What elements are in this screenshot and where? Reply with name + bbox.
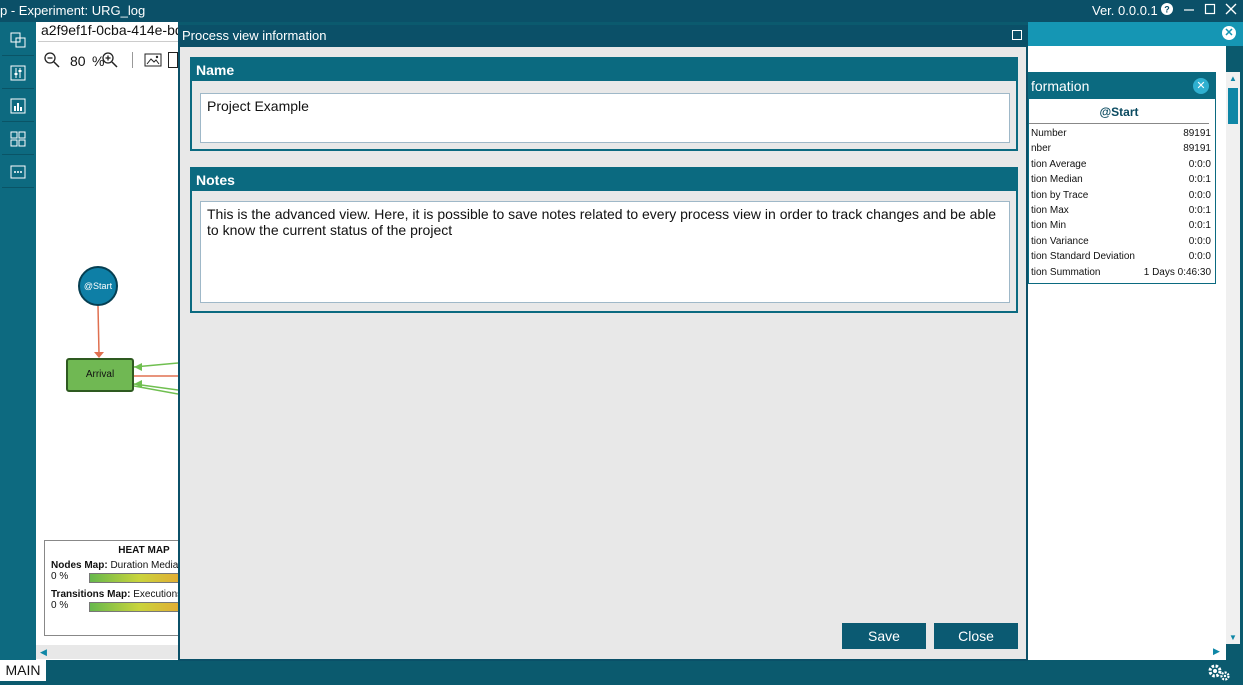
question-icon[interactable]: ? — [1158, 2, 1176, 20]
info-row-label: tion by Trace — [1031, 189, 1089, 201]
horizontal-scrollbar[interactable]: ◀ — [36, 645, 178, 659]
start-node[interactable]: @Start — [78, 266, 118, 306]
close-button[interactable]: Close — [934, 623, 1018, 649]
info-row-value: 0:0:0 — [1188, 235, 1211, 247]
scroll-thumb[interactable] — [1228, 88, 1238, 124]
info-row-label: tion Summation — [1031, 266, 1101, 278]
ellipsis-icon — [10, 165, 26, 179]
version-label: Ver. 0.0.0.1 — [1092, 3, 1158, 18]
info-row-value: 1 Days 0:46:30 — [1143, 266, 1211, 278]
nodes-map-line: Nodes Map: Duration Media — [51, 560, 178, 571]
dialog-title-bar: Process view information — [180, 25, 1026, 47]
dashboard-button[interactable] — [2, 123, 34, 155]
nodes-map-label: Nodes Map: — [51, 560, 108, 571]
close-panel-icon[interactable]: ✕ — [1222, 26, 1236, 40]
info-row-label: tion Variance — [1031, 235, 1089, 247]
info-row-value: 89191 — [1183, 143, 1211, 155]
close-info-icon[interactable]: ✕ — [1193, 78, 1209, 94]
info-row-value: 89191 — [1183, 128, 1211, 139]
info-row: nber 89191 — [1029, 143, 1215, 158]
info-row: tion Standard Deviation 0:0:0 — [1029, 251, 1215, 266]
window-title: p - Experiment: URG_log — [0, 3, 146, 18]
transitions-map-line: Transitions Map: Executions — [51, 589, 178, 600]
svg-text:?: ? — [1164, 5, 1170, 15]
grid-icon — [10, 131, 26, 147]
notes-header: Notes — [192, 169, 1016, 191]
info-row-label: tion Median — [1031, 174, 1083, 186]
info-row: tion Min 0:0:1 — [1029, 220, 1215, 235]
nodes-pct: 0 % — [51, 571, 69, 582]
more-button[interactable] — [2, 156, 34, 188]
nodes-map-value: Duration Media — [110, 560, 178, 571]
info-panel-title: formation — [1031, 78, 1090, 94]
scroll-up-icon[interactable]: ▲ — [1229, 74, 1237, 83]
right-panel-header — [1028, 22, 1243, 46]
save-button[interactable]: Save — [842, 623, 926, 649]
info-row-value: 0:0:1 — [1188, 204, 1211, 216]
minimize-icon[interactable] — [1180, 2, 1198, 20]
info-row-value: 0:0:1 — [1188, 174, 1211, 186]
node-information-panel: formation ✕ @Start Number 89191 nber 89191… — [1028, 72, 1216, 284]
info-row-value: 0:0:0 — [1188, 158, 1211, 170]
heat-map-legend: HEAT MAP Nodes Map: Duration Media 0 % T… — [44, 540, 178, 636]
transitions-pct: 0 % — [51, 600, 69, 611]
maximize-dialog-icon[interactable] — [1012, 30, 1022, 40]
main-tab[interactable]: MAIN — [0, 660, 46, 681]
maximize-icon[interactable] — [1201, 2, 1219, 20]
info-row: Number 89191 — [1029, 128, 1215, 143]
statistics-button[interactable] — [2, 90, 34, 122]
transitions-gradient-bar — [89, 602, 178, 612]
gear-icon[interactable] — [1206, 662, 1232, 685]
info-panel-node-name: @Start — [1029, 99, 1209, 124]
status-bar — [0, 660, 1243, 685]
filters-button[interactable] — [2, 57, 34, 89]
sliders-icon — [10, 65, 26, 81]
nodes-gradient-bar — [89, 573, 178, 583]
info-row: tion Summation 1 Days 0:46:30 — [1029, 267, 1215, 282]
transitions-map-value: Executions — [133, 589, 178, 600]
arrival-node[interactable]: Arrival — [66, 358, 134, 392]
close-icon[interactable] — [1222, 2, 1240, 20]
info-row: tion Median 0:0:1 — [1029, 174, 1215, 189]
info-row-label: tion Min — [1031, 220, 1067, 232]
name-section: Name Project Example — [190, 57, 1018, 151]
scroll-right-icon[interactable]: ▶ — [1213, 646, 1220, 657]
heat-map-title: HEAT MAP — [118, 545, 170, 556]
transitions-map-label: Transitions Map: — [51, 589, 131, 600]
info-row-label: tion Standard Deviation — [1031, 251, 1135, 263]
process-view-information-dialog: Process view information Name Project Ex… — [178, 25, 1028, 661]
info-row-label: nber — [1031, 143, 1052, 155]
info-row: tion by Trace 0:0:0 — [1029, 190, 1215, 205]
info-row: tion Max 0:0:1 — [1029, 205, 1215, 220]
info-row: tion Average 0:0:0 — [1029, 159, 1215, 174]
name-input[interactable]: Project Example — [200, 93, 1010, 143]
info-row-value: 0:0:1 — [1188, 220, 1211, 232]
info-row: tion Variance 0:0:0 — [1029, 236, 1215, 251]
dialog-title: Process view information — [182, 28, 327, 43]
left-toolbar — [0, 22, 36, 660]
name-header: Name — [192, 59, 1016, 81]
info-row-value: 0:0:0 — [1188, 189, 1211, 201]
process-canvas[interactable]: a2f9ef1f-0cba-414e-bd 80 % @Start Arriva… — [36, 22, 178, 660]
title-bar: p - Experiment: URG_log Ver. 0.0.0.1 ? — [0, 0, 1243, 22]
info-row-value: 0:0:0 — [1188, 251, 1211, 263]
info-panel-header: formation ✕ — [1029, 73, 1215, 99]
bar-chart-icon — [10, 98, 26, 114]
info-row-label: tion Max — [1031, 204, 1069, 216]
scroll-left-icon[interactable]: ◀ — [40, 647, 47, 658]
info-row-label: Number — [1031, 128, 1067, 139]
info-row-label: tion Average — [1031, 158, 1087, 170]
layers-icon — [10, 32, 26, 48]
transitions-gradient-row: 0 % — [51, 600, 178, 616]
process-map-button[interactable] — [2, 24, 34, 56]
scroll-down-icon[interactable]: ▼ — [1229, 633, 1237, 642]
notes-section: Notes This is the advanced view. Here, i… — [190, 167, 1018, 313]
notes-textarea[interactable]: This is the advanced view. Here, it is p… — [200, 201, 1010, 303]
info-rows: Number 89191 nber 89191 tion Average 0:0:0 … — [1029, 128, 1215, 282]
nodes-gradient-row: 0 % — [51, 571, 178, 587]
vertical-scrollbar[interactable]: ▲ ▼ — [1226, 72, 1240, 644]
